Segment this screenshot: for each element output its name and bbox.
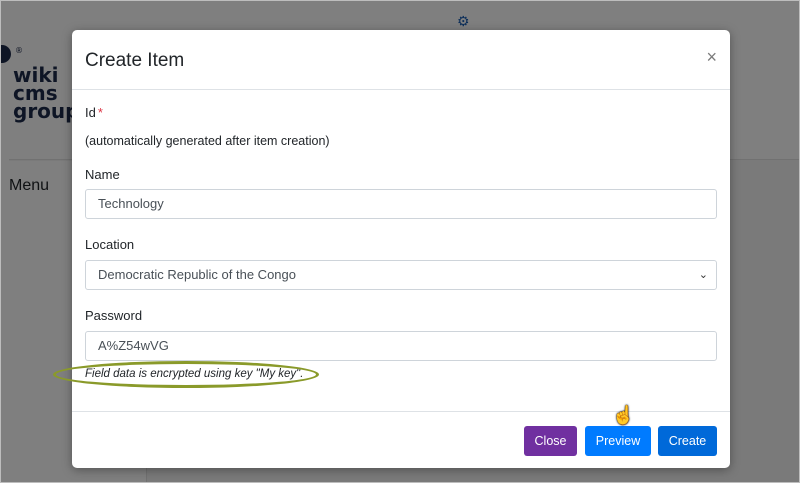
name-label: Name xyxy=(85,167,120,182)
hand-pointer-icon: ☝ xyxy=(612,405,635,425)
create-button[interactable]: Create xyxy=(658,426,717,456)
close-button[interactable]: Close xyxy=(524,426,577,456)
location-select-value: Democratic Republic of the Congo xyxy=(98,267,296,282)
screenshot-frame: ® wiki cms group ⚙ Menu Create Item × Id… xyxy=(0,0,800,483)
name-input[interactable]: Technology xyxy=(85,189,717,219)
location-select[interactable]: Democratic Republic of the Congo ⌄ xyxy=(85,260,717,290)
required-marker: * xyxy=(97,105,103,120)
close-icon[interactable]: × xyxy=(706,47,717,68)
create-item-dialog: Create Item × Id * (automatically generat… xyxy=(53,30,730,468)
id-label: Id * xyxy=(85,105,103,120)
password-label: Password xyxy=(85,308,143,323)
password-input[interactable]: A%Z54wVG xyxy=(85,331,717,361)
preview-button[interactable]: Preview xyxy=(585,426,651,456)
chevron-down-icon: ⌄ xyxy=(698,269,708,281)
modal-header: Create Item × xyxy=(72,30,730,90)
id-label-text: Id xyxy=(85,105,96,120)
annotation-ellipse xyxy=(53,361,319,388)
id-hint: (automatically generated after item crea… xyxy=(85,134,330,148)
modal-title: Create Item xyxy=(85,50,185,71)
location-label: Location xyxy=(85,237,135,252)
